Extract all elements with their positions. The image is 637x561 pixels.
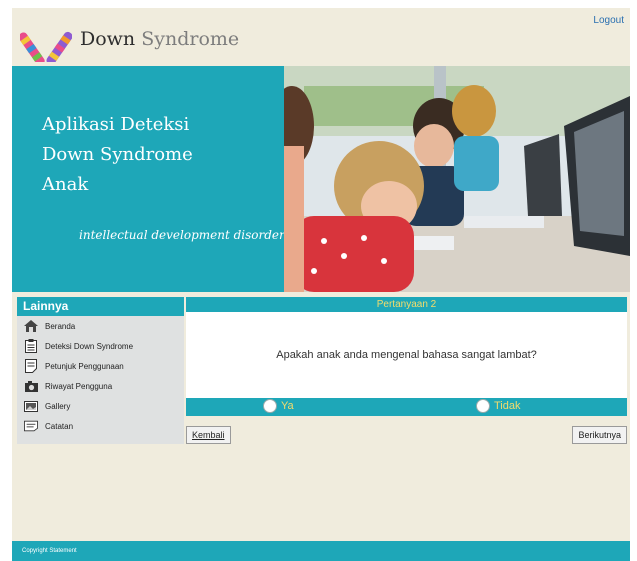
- hero-banner: Aplikasi Deteksi Down Syndrome Anak inte…: [12, 66, 630, 292]
- back-button[interactable]: Kembali: [186, 426, 231, 444]
- site-logo-text: Down Syndrome: [80, 28, 239, 50]
- sidebar-item-label: Beranda: [45, 321, 76, 331]
- option-label: Tidak: [494, 400, 521, 412]
- gallery-icon: [24, 399, 38, 413]
- answer-options: Ya Tidak: [186, 398, 627, 416]
- sidebar-item-gallery[interactable]: Gallery: [17, 396, 184, 416]
- question-body: Apakah anak anda mengenal bahasa sangat …: [186, 312, 627, 398]
- sidebar-item-label: Petunjuk Penggunaan: [45, 361, 124, 371]
- sidebar-item-deteksi[interactable]: Deteksi Down Syndrome: [17, 336, 184, 356]
- clipboard-icon: [24, 339, 38, 353]
- camera-icon: [24, 379, 38, 393]
- radio-tidak[interactable]: [476, 399, 490, 413]
- option-label: Ya: [281, 400, 294, 412]
- copyright-text: Copyright Statement: [22, 548, 77, 554]
- sock-logo-icon: [20, 31, 72, 62]
- radio-ya[interactable]: [263, 399, 277, 413]
- option-ya[interactable]: Ya: [263, 399, 294, 413]
- logo-word-down: Down: [80, 28, 136, 50]
- notes-icon: [24, 419, 38, 433]
- footer: Copyright Statement: [12, 541, 630, 561]
- sidebar-item-label: Gallery: [45, 401, 71, 411]
- question-heading: Pertanyaan 2: [186, 297, 627, 312]
- sidebar-item-beranda[interactable]: Beranda: [17, 316, 184, 336]
- banner-subtitle: intellectual development disorder: [79, 228, 285, 242]
- next-button[interactable]: Berikutnya: [572, 426, 627, 444]
- logout-link[interactable]: Logout: [593, 15, 624, 26]
- home-icon: [24, 319, 38, 333]
- sidebar: Lainnya Beranda Deteksi Down Syndrome Pe…: [17, 297, 184, 444]
- question-text: Apakah anak anda mengenal bahasa sangat …: [276, 349, 537, 361]
- sidebar-item-catatan[interactable]: Catatan: [17, 416, 184, 436]
- sidebar-item-label: Deteksi Down Syndrome: [45, 341, 134, 351]
- sidebar-item-label: Catatan: [45, 421, 74, 431]
- banner-title: Aplikasi Deteksi Down Syndrome Anak: [42, 114, 193, 195]
- header: Down Syndrome Logout: [12, 8, 630, 68]
- note-icon: [24, 359, 38, 373]
- sidebar-item-label: Riwayat Pengguna: [45, 381, 113, 391]
- sidebar-heading: Lainnya: [17, 297, 184, 316]
- children-computers-photo: [284, 66, 630, 292]
- logo-word-syndrome: Syndrome: [141, 28, 240, 50]
- option-tidak[interactable]: Tidak: [476, 399, 521, 413]
- sidebar-item-petunjuk[interactable]: Petunjuk Penggunaan: [17, 356, 184, 376]
- sidebar-item-riwayat[interactable]: Riwayat Pengguna: [17, 376, 184, 396]
- page: Down Syndrome Logout Aplikasi Deteksi Do…: [12, 8, 630, 561]
- question-panel: Pertanyaan 2 Apakah anak anda mengenal b…: [186, 297, 627, 416]
